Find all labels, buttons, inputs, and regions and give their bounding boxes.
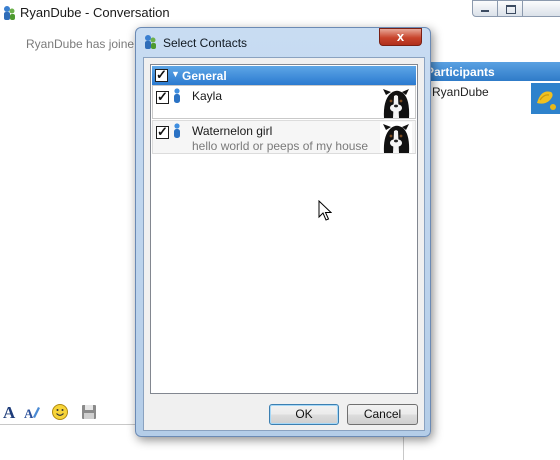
mouse-cursor-icon — [318, 200, 332, 221]
svg-text:A: A — [24, 406, 34, 421]
contact-name: Waternelon girl — [192, 124, 273, 138]
font-color-icon[interactable]: A — [23, 403, 41, 421]
avatar — [380, 122, 412, 153]
app-icon — [4, 6, 15, 20]
contact-name: Kayla — [192, 89, 223, 103]
group-checkbox[interactable]: ✓ — [155, 67, 168, 82]
avatar — [380, 87, 412, 118]
app-icon — [145, 35, 156, 49]
person-icon — [174, 123, 180, 138]
save-icon[interactable] — [80, 403, 98, 421]
chevron-down-icon[interactable]: ▼ — [171, 69, 180, 79]
person-icon — [174, 88, 180, 103]
maximize-button[interactable] — [497, 0, 523, 17]
conversation-message: RyanDube has joine — [26, 37, 135, 51]
cancel-button[interactable]: Cancel — [347, 404, 418, 425]
window-close-button[interactable] — [522, 0, 560, 17]
conversation-titlebar: RyanDube - Conversation — [0, 0, 560, 26]
format-toolbar: A A — [0, 400, 140, 424]
dialog-title: Select Contacts — [163, 36, 248, 50]
check-icon: ✓ — [157, 124, 168, 139]
contact-row[interactable]: ✓ Kayla — [152, 85, 416, 119]
contact-row[interactable]: ✓ Waternelon girl hello world or peeps o… — [152, 120, 416, 154]
emoticon-icon[interactable] — [51, 403, 69, 421]
participant-avatar — [531, 83, 560, 114]
check-icon: ✓ — [156, 67, 167, 82]
group-label: General — [182, 69, 227, 83]
dialog-body: ✓ ▼ General ✓ Kayla ✓ Waternelon girl he… — [143, 57, 425, 431]
select-contacts-dialog: Select Contacts x ✓ ▼ General ✓ Kayla ✓ … — [135, 27, 431, 437]
participants-header: Participants — [420, 62, 560, 81]
close-icon: x — [396, 29, 405, 44]
participant-name[interactable]: RyanDube — [432, 85, 489, 99]
ok-button[interactable]: OK — [269, 404, 339, 425]
group-row-general[interactable]: ✓ ▼ General — [152, 66, 416, 85]
contact-checkbox[interactable]: ✓ — [156, 124, 169, 139]
font-icon[interactable]: A — [3, 403, 21, 422]
contact-status: hello world or peeps of my house — [192, 139, 369, 153]
window-title: RyanDube - Conversation — [20, 5, 170, 20]
contact-checkbox[interactable]: ✓ — [156, 89, 169, 104]
contact-list: ✓ ▼ General ✓ Kayla ✓ Waternelon girl he… — [150, 64, 418, 394]
check-icon: ✓ — [157, 89, 168, 104]
minimize-button[interactable] — [472, 0, 498, 17]
dialog-close-button[interactable]: x — [379, 28, 422, 46]
